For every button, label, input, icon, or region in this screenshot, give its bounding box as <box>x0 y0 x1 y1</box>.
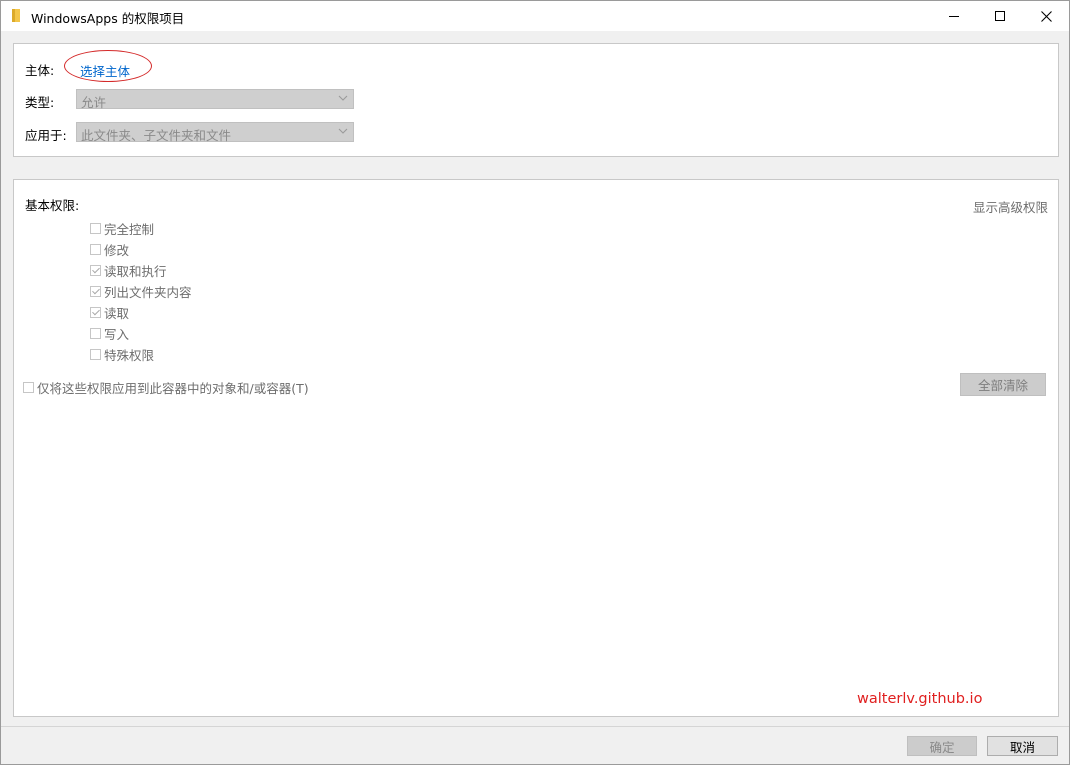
apply-only-to-container-option[interactable]: 仅将这些权限应用到此容器中的对象和/或容器(T) <box>23 377 309 397</box>
type-select-value: 允许 <box>81 95 107 110</box>
permission-modify[interactable]: 修改 <box>90 239 129 259</box>
permission-label: 特殊权限 <box>104 347 155 363</box>
checkbox[interactable] <box>90 243 101 255</box>
permission-write[interactable]: 写入 <box>90 323 129 343</box>
permissions-group: 基本权限: 显示高级权限 完全控制 修改 读取和执行 列出文件夹内容 读取 写入 <box>13 179 1059 717</box>
permission-label: 读取 <box>104 305 130 321</box>
checkbox[interactable] <box>90 222 101 234</box>
type-label: 类型: <box>25 95 55 110</box>
applies-to-select-value: 此文件夹、子文件夹和文件 <box>81 128 232 143</box>
show-advanced-permissions-link[interactable]: 显示高级权限 <box>973 197 1048 216</box>
permission-label: 读取和执行 <box>104 263 167 279</box>
minimize-button[interactable] <box>931 1 977 31</box>
close-icon <box>1040 10 1052 22</box>
chevron-down-icon <box>338 95 348 101</box>
folder-icon <box>12 9 20 22</box>
maximize-icon <box>994 10 1005 21</box>
permission-read[interactable]: 读取 <box>90 302 129 322</box>
footer-divider <box>1 726 1069 727</box>
apply-only-label: 仅将这些权限应用到此容器中的对象和/或容器(T) <box>37 380 309 396</box>
permission-label: 完全控制 <box>104 221 155 237</box>
applies-to-select[interactable]: 此文件夹、子文件夹和文件 <box>76 122 354 143</box>
permission-entry-dialog: WindowsApps 的权限项目 主体: 选择主体 类型: 允许 应用于: 此… <box>0 0 1070 765</box>
cancel-button[interactable]: 取消 <box>987 736 1058 756</box>
type-select[interactable]: 允许 <box>76 89 354 110</box>
permission-special[interactable]: 特殊权限 <box>90 344 154 364</box>
permission-list-folder[interactable]: 列出文件夹内容 <box>90 281 192 301</box>
checkbox[interactable] <box>90 348 101 360</box>
chevron-down-icon <box>338 128 348 134</box>
principal-label: 主体: <box>25 63 55 78</box>
permission-read-execute[interactable]: 读取和执行 <box>90 260 167 280</box>
checkbox[interactable] <box>23 381 34 393</box>
window-title: WindowsApps 的权限项目 <box>31 11 185 26</box>
minimize-icon <box>948 15 959 17</box>
close-button[interactable] <box>1023 1 1069 31</box>
permission-full-control[interactable]: 完全控制 <box>90 218 154 238</box>
checkbox[interactable] <box>90 306 101 318</box>
clear-all-button[interactable]: 全部清除 <box>960 373 1046 396</box>
applies-to-label: 应用于: <box>25 128 67 143</box>
maximize-button[interactable] <box>977 1 1023 31</box>
ok-button[interactable]: 确定 <box>907 736 977 756</box>
checkbox[interactable] <box>90 285 101 297</box>
permission-label: 写入 <box>104 326 130 342</box>
watermark-text: walterlv.github.io <box>857 691 983 707</box>
checkbox[interactable] <box>90 327 101 339</box>
permission-label: 列出文件夹内容 <box>104 284 192 300</box>
title-bar[interactable]: WindowsApps 的权限项目 <box>1 1 1069 31</box>
basic-permissions-heading: 基本权限: <box>25 198 80 213</box>
permission-label: 修改 <box>104 242 130 258</box>
principal-group: 主体: 选择主体 类型: 允许 应用于: 此文件夹、子文件夹和文件 <box>13 43 1059 157</box>
checkbox[interactable] <box>90 264 101 276</box>
select-principal-link[interactable]: 选择主体 <box>80 61 130 80</box>
